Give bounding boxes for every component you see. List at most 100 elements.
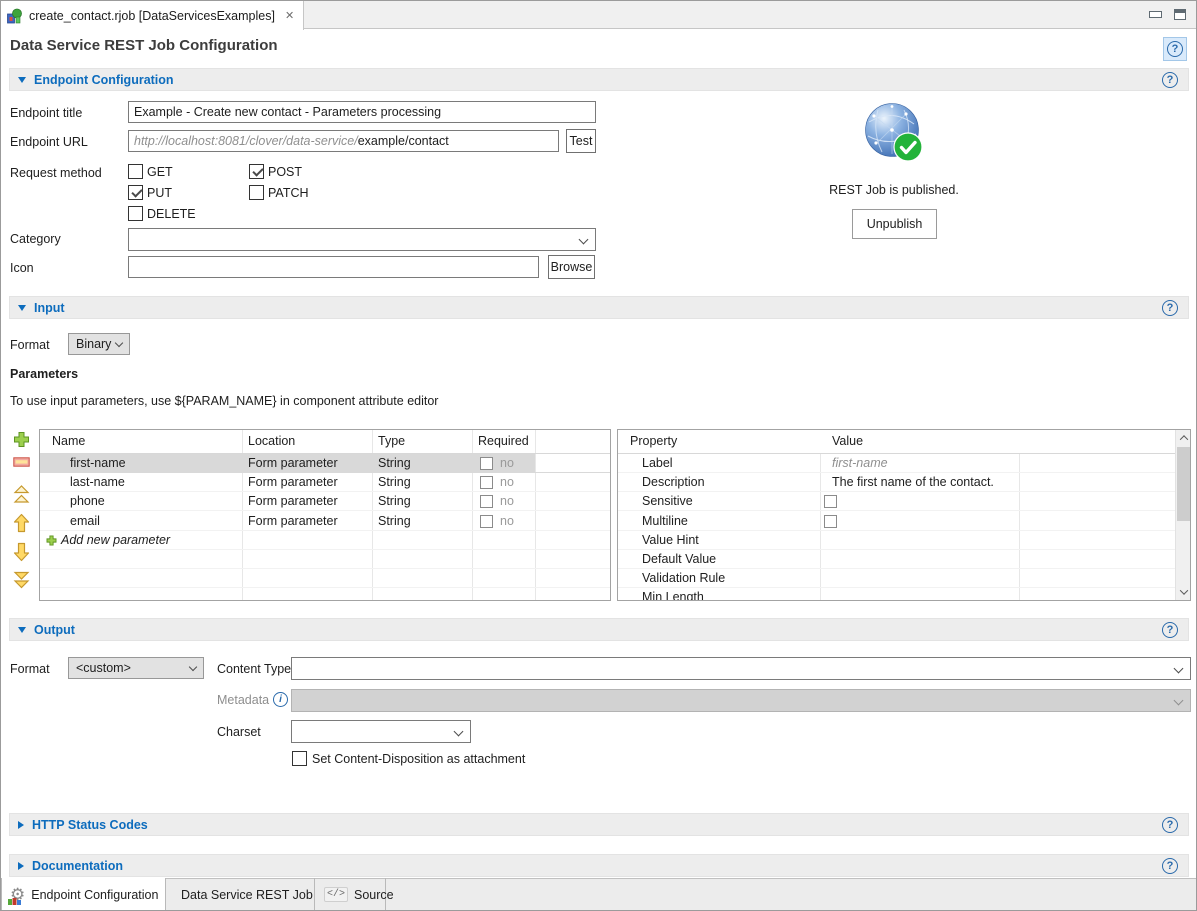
- section-documentation[interactable]: Documentation ?: [9, 854, 1189, 877]
- param-name: first-name: [70, 456, 126, 470]
- chevron-down-icon: [454, 727, 464, 737]
- scrollbar-thumb[interactable]: [1177, 447, 1190, 521]
- help-icon[interactable]: ?: [1162, 817, 1178, 833]
- parameters-table[interactable]: Name Location Type Required first-name F…: [39, 429, 611, 601]
- property-row[interactable]: Validation Rule: [618, 569, 1190, 588]
- help-icon[interactable]: ?: [1162, 300, 1178, 316]
- section-title: Documentation: [32, 859, 123, 873]
- help-icon[interactable]: ?: [1162, 858, 1178, 874]
- help-icon[interactable]: ?: [1162, 72, 1178, 88]
- param-location: Form parameter: [248, 475, 338, 489]
- method-delete-checkbox[interactable]: [128, 206, 143, 221]
- category-combo[interactable]: [128, 228, 596, 251]
- section-output[interactable]: Output ?: [9, 618, 1189, 641]
- method-get-checkbox[interactable]: [128, 164, 143, 179]
- required-checkbox[interactable]: [480, 495, 493, 508]
- content-disposition-label: Set Content-Disposition as attachment: [312, 752, 525, 766]
- multiline-checkbox[interactable]: [824, 515, 837, 528]
- table-row[interactable]: phone Form parameter String no: [40, 492, 610, 511]
- charset-combo[interactable]: [291, 720, 471, 743]
- editor-tab-create-contact[interactable]: create_contact.rjob [DataServicesExample…: [1, 1, 304, 30]
- move-up-icon[interactable]: [13, 513, 30, 533]
- chevron-down-icon: [1174, 664, 1184, 674]
- tab-endpoint-configuration[interactable]: ⚙ Endpoint Configuration: [1, 878, 166, 911]
- section-input[interactable]: Input ?: [9, 296, 1189, 319]
- method-delete-label: DELETE: [147, 207, 196, 221]
- parameters-hint: To use input parameters, use ${PARAM_NAM…: [10, 394, 438, 408]
- editor-tabbar: create_contact.rjob [DataServicesExample…: [1, 1, 1196, 29]
- endpoint-title-input[interactable]: [128, 101, 596, 123]
- endpoint-url-prefix: http://localhost:8081/clover/data-servic…: [134, 134, 358, 148]
- tab-label: Endpoint Configuration: [31, 888, 158, 902]
- content-disposition-checkbox[interactable]: [292, 751, 307, 766]
- help-icon[interactable]: ?: [1162, 622, 1178, 638]
- request-method-label: Request method: [10, 166, 102, 180]
- add-icon: [46, 535, 57, 546]
- endpoint-url-path: example/contact: [358, 134, 449, 148]
- page-title: Data Service REST Job Configuration: [10, 37, 278, 54]
- unpublish-button[interactable]: Unpublish: [852, 209, 937, 239]
- property-table-scrollbar[interactable]: [1175, 430, 1190, 600]
- maximize-icon[interactable]: [1174, 9, 1186, 20]
- endpoint-url-input[interactable]: http://localhost:8081/clover/data-servic…: [128, 130, 559, 152]
- chevron-down-icon: [115, 339, 123, 347]
- minimize-icon[interactable]: [1149, 11, 1162, 18]
- scroll-up-icon[interactable]: [1176, 430, 1191, 446]
- section-endpoint-configuration[interactable]: Endpoint Configuration ?: [9, 68, 1189, 91]
- editor-window: create_contact.rjob [DataServicesExample…: [0, 0, 1197, 911]
- browse-button[interactable]: Browse: [548, 255, 595, 279]
- section-title: Output: [34, 623, 75, 637]
- property-row[interactable]: Multiline: [618, 512, 1190, 531]
- table-row[interactable]: last-name Form parameter String no: [40, 473, 610, 492]
- required-checkbox[interactable]: [480, 515, 493, 528]
- page-help-button[interactable]: ?: [1163, 37, 1187, 61]
- info-icon[interactable]: i: [273, 692, 288, 707]
- table-row[interactable]: first-name Form parameter String no: [40, 454, 610, 473]
- sensitive-checkbox[interactable]: [824, 495, 837, 508]
- content-type-combo[interactable]: [291, 657, 1191, 680]
- property-row[interactable]: Description The first name of the contac…: [618, 473, 1190, 492]
- col-required: Required: [478, 434, 529, 448]
- move-top-icon[interactable]: [13, 484, 30, 504]
- method-patch-checkbox[interactable]: [249, 185, 264, 200]
- method-post-checkbox[interactable]: [249, 164, 264, 179]
- remove-parameter-icon[interactable]: [13, 457, 30, 467]
- property-row[interactable]: Label first-name: [618, 454, 1190, 473]
- add-parameter-label: Add new parameter: [61, 533, 170, 547]
- published-globe-icon: [862, 102, 928, 170]
- test-button[interactable]: Test: [566, 129, 596, 153]
- scroll-down-icon[interactable]: [1176, 584, 1191, 600]
- tab-label: Data Service REST Job: [181, 888, 313, 902]
- move-down-icon[interactable]: [13, 542, 30, 562]
- method-put-checkbox[interactable]: [128, 185, 143, 200]
- icon-path-input[interactable]: [128, 256, 539, 278]
- tab-source[interactable]: </> Source: [316, 878, 386, 911]
- help-icon: ?: [1167, 41, 1183, 57]
- move-bottom-icon[interactable]: [13, 571, 30, 589]
- endpoint-url-label: Endpoint URL: [10, 135, 88, 149]
- add-parameter-icon[interactable]: [13, 431, 30, 448]
- tab-data-service-rest-job[interactable]: Data Service REST Job: [167, 878, 315, 911]
- col-location: Location: [248, 434, 295, 448]
- close-icon[interactable]: ✕: [285, 9, 294, 22]
- chevron-down-icon: [579, 235, 589, 245]
- gear-icon: ⚙: [10, 885, 25, 905]
- property-row[interactable]: Min Length: [618, 588, 1190, 601]
- property-table[interactable]: Property Value Label first-name Descript…: [617, 429, 1191, 601]
- input-format-dropdown[interactable]: Binary: [68, 333, 130, 355]
- section-http-status-codes[interactable]: HTTP Status Codes ?: [9, 813, 1189, 836]
- required-checkbox[interactable]: [480, 476, 493, 489]
- output-format-dropdown[interactable]: <custom>: [68, 657, 204, 679]
- property-name: Min Length: [642, 590, 704, 601]
- required-checkbox[interactable]: [480, 457, 493, 470]
- parameter-toolbar: [13, 431, 30, 589]
- property-row[interactable]: Sensitive: [618, 492, 1190, 511]
- section-title: HTTP Status Codes: [32, 818, 148, 832]
- property-row[interactable]: Value Hint: [618, 531, 1190, 550]
- param-location: Form parameter: [248, 456, 338, 470]
- property-name: Description: [642, 475, 705, 489]
- property-name: Label: [642, 456, 673, 470]
- property-row[interactable]: Default Value: [618, 550, 1190, 569]
- add-parameter-row[interactable]: Add new parameter: [40, 531, 610, 550]
- table-row[interactable]: email Form parameter String no: [40, 512, 610, 531]
